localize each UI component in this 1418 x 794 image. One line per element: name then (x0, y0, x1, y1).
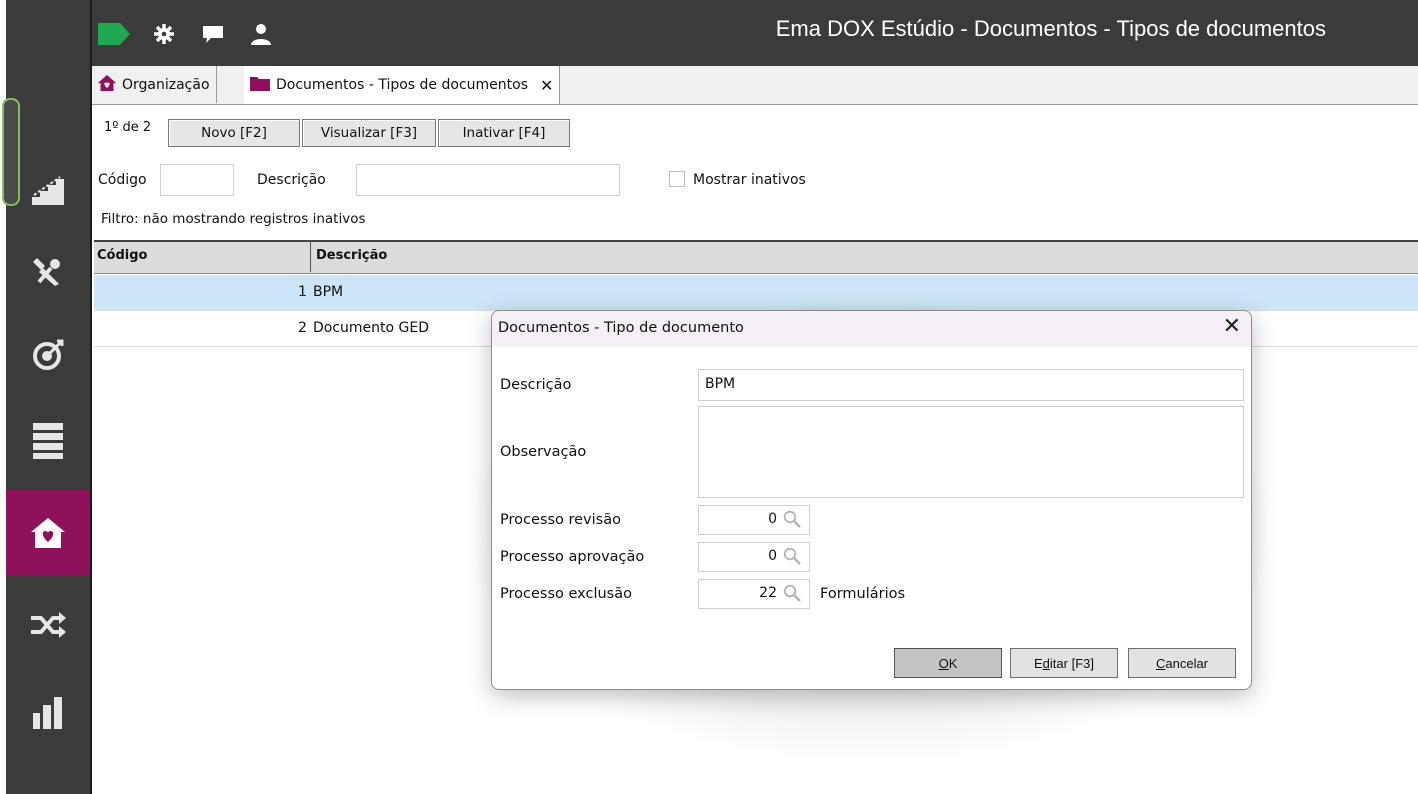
bar-chart-icon (33, 697, 63, 729)
tab-organizacao[interactable]: Organização (92, 66, 217, 103)
folder-icon (250, 75, 270, 95)
sidebar-item-reports[interactable] (6, 670, 90, 756)
tab-label: Documentos - Tipos de documentos (276, 77, 528, 93)
processo-exclusao-field[interactable]: 22 (698, 579, 810, 609)
code-filter-input[interactable] (160, 164, 234, 196)
sidebar-item-tools[interactable] (6, 228, 90, 314)
grid-header: Código Descrição (94, 240, 1418, 274)
observacao-textarea[interactable] (698, 406, 1244, 498)
processo-aprovacao-label: Processo aprovação (500, 549, 645, 565)
shuffle-icon (29, 610, 67, 640)
record-position: 1º de 2 (104, 120, 152, 135)
tools-icon (31, 254, 65, 288)
ok-mnemonic: O (938, 655, 949, 671)
processo-revisao-field[interactable]: 0 (698, 505, 810, 535)
edit-mnemonic: d (1042, 655, 1050, 671)
ok-label: K (948, 655, 958, 671)
dialog-title: Documentos - Tipo de documento (498, 320, 744, 336)
new-button[interactable]: Novo [F2] (168, 119, 300, 147)
edit-button[interactable]: Ed itar [F3] (1010, 648, 1118, 678)
processo-aprovacao-value: 0 (768, 548, 777, 564)
top-bar: Ema DOX Estúdio - Documentos - Tipos de … (92, 0, 1418, 66)
inactivate-button[interactable]: Inativar [F4] (438, 119, 570, 147)
green-flag-icon[interactable] (98, 23, 130, 49)
target-icon (31, 338, 65, 372)
formularios-label: Formulários (820, 586, 906, 602)
cancel-mnemonic: C (1155, 655, 1166, 671)
processo-revisao-label: Processo revisão (500, 512, 621, 528)
gear-icon[interactable] (154, 24, 174, 48)
sidebar-item-shuffle[interactable] (6, 582, 90, 668)
home-icon (98, 74, 116, 95)
cell-code: 1 (298, 284, 307, 300)
description-filter-input[interactable] (356, 164, 620, 196)
column-header-description[interactable]: Descrição (316, 248, 387, 263)
processo-exclusao-value: 22 (759, 585, 777, 601)
sidebar-item-organization[interactable] (6, 490, 90, 576)
descricao-label: Descrição (500, 377, 572, 393)
processo-aprovacao-field[interactable]: 0 (698, 542, 810, 572)
search-icon[interactable] (783, 547, 801, 569)
edit-label-end: itar [F3] (1049, 655, 1094, 671)
sidebar-item-stairs[interactable] (6, 146, 90, 232)
cancel-button[interactable]: Cancelar (1128, 648, 1236, 678)
dialog-titlebar[interactable]: Documentos - Tipo de documento ✕ (492, 311, 1251, 347)
search-icon[interactable] (783, 584, 801, 606)
tab-bar: Organização Documentos - Tipos de docume… (92, 66, 1418, 105)
list-icon (33, 423, 63, 459)
sidebar-item-target[interactable] (6, 312, 90, 398)
show-inactive-label[interactable]: Mostrar inativos (693, 172, 806, 188)
descricao-value: BPM (705, 376, 736, 392)
stairs-icon (30, 171, 66, 207)
sidebar-divider (90, 0, 92, 794)
processo-revisao-value: 0 (768, 511, 777, 527)
view-button[interactable]: Visualizar [F3] (302, 119, 436, 147)
dialog-close-icon[interactable]: ✕ (1223, 314, 1241, 339)
home-heart-icon (29, 516, 67, 550)
column-header-code[interactable]: Código (97, 248, 147, 263)
observacao-label: Observação (500, 444, 587, 460)
sidebar-item-list[interactable] (6, 398, 90, 484)
document-type-dialog: Documentos - Tipo de documento ✕ Descriç… (491, 310, 1252, 690)
cell-code: 2 (298, 320, 307, 336)
ok-button[interactable]: OK (894, 648, 1002, 678)
tab-tipos-documentos[interactable]: Documentos - Tipos de documentos ✕ (244, 66, 561, 104)
descricao-input[interactable]: BPM (698, 369, 1244, 401)
window-title: Ema DOX Estúdio - Documentos - Tipos de … (775, 16, 1326, 41)
search-icon[interactable] (783, 510, 801, 532)
filter-status-text: Filtro: não mostrando registros inativos (101, 211, 366, 227)
chat-icon[interactable] (203, 26, 223, 48)
description-filter-label: Descrição (257, 172, 326, 188)
column-divider[interactable] (310, 241, 311, 272)
close-tab-icon[interactable]: ✕ (540, 76, 553, 95)
code-filter-label: Código (98, 172, 147, 188)
cell-description: BPM (313, 284, 344, 300)
processo-exclusao-label: Processo exclusão (500, 586, 632, 602)
edit-label-start: E (1034, 655, 1043, 671)
user-icon[interactable] (250, 23, 272, 49)
show-inactive-checkbox[interactable] (669, 171, 685, 187)
tab-label: Organização (122, 76, 210, 93)
cancel-label: ancelar (1165, 655, 1209, 671)
cell-description: Documento GED (313, 320, 430, 336)
